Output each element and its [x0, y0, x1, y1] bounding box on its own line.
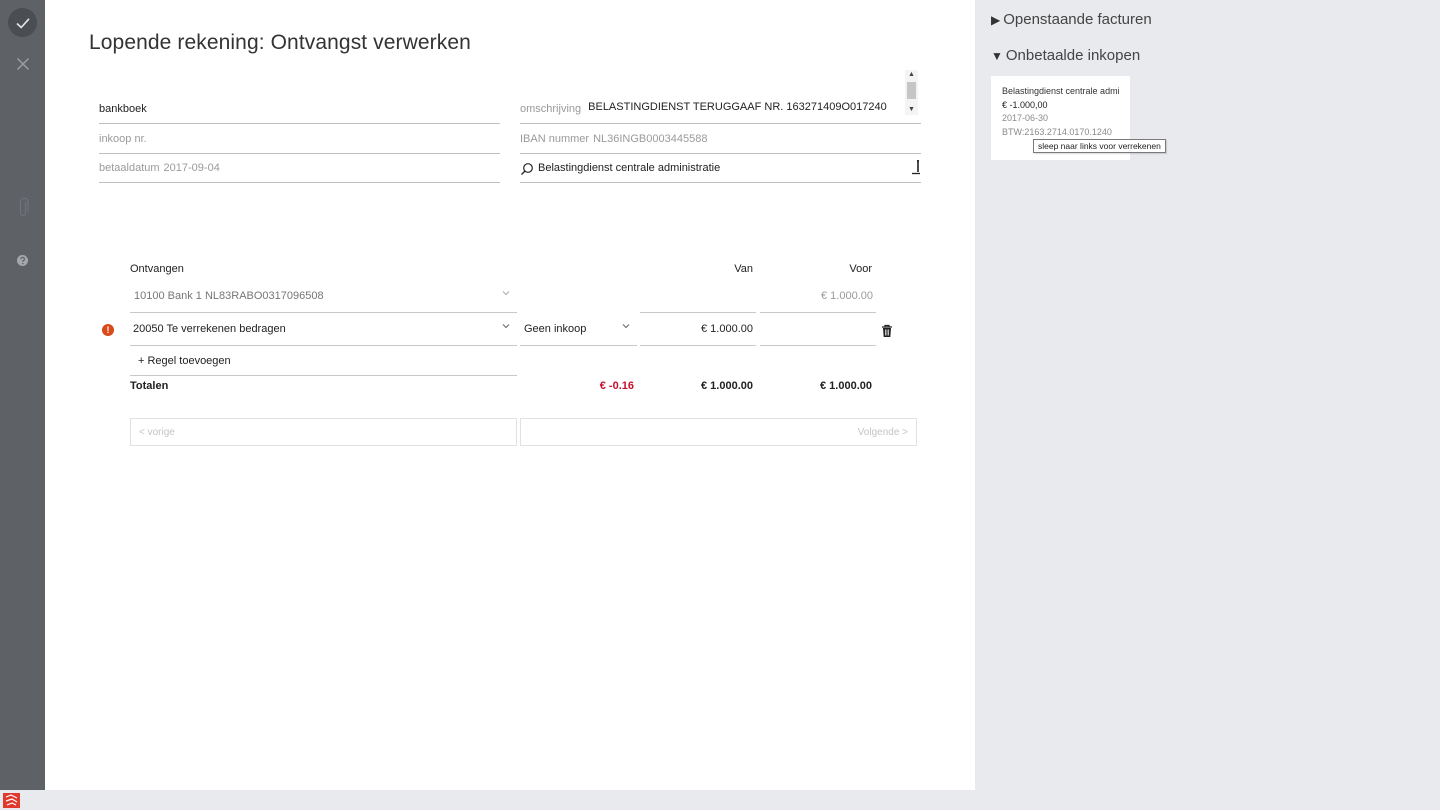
totals-from: € 1.000.00 — [701, 380, 753, 392]
payment-date-label: betaaldatum — [99, 161, 160, 174]
trash-icon[interactable] — [880, 324, 894, 338]
person-edit-icon[interactable] — [911, 159, 921, 175]
scroll-down-arrow[interactable]: ▼ — [905, 105, 918, 115]
relation-field[interactable]: Belastingdienst centrale administratie — [520, 153, 921, 183]
chevron-down-icon — [502, 324, 510, 329]
row1-from-input[interactable] — [640, 279, 756, 313]
left-rail — [0, 0, 45, 790]
scroll-thumb[interactable] — [907, 82, 916, 99]
card-date: 2017-06-30 — [1002, 113, 1049, 123]
next-button[interactable]: Volgende > — [520, 418, 917, 446]
description-label: omschrijving — [520, 102, 582, 115]
check-icon — [15, 17, 30, 29]
expand-arrow-icon: ▶ — [991, 12, 1001, 27]
logo-icon[interactable] — [3, 793, 20, 808]
main-panel: Lopende rekening: Ontvangst verwerken ba… — [45, 0, 975, 790]
unpaid-purchases-toggle[interactable]: ▼ Onbetaalde inkopen — [991, 47, 1140, 64]
add-line-label: + Regel toevoegen — [138, 354, 231, 367]
page-title: Lopende rekening: Ontvangst verwerken — [89, 31, 471, 54]
open-invoices-toggle[interactable]: ▶ Openstaande facturen — [991, 11, 1152, 28]
card-vat: BTW:2163.2714.0170.1240 — [1002, 126, 1112, 137]
journal-field[interactable]: bankboek — [99, 94, 500, 124]
iban-field[interactable]: IBAN nummer NL36INGB0003445588 — [520, 124, 921, 154]
totals-label: Totalen — [130, 380, 169, 392]
totals-difference: € -0.16 — [599, 380, 634, 392]
previous-label: < vorige — [139, 426, 175, 438]
help-button[interactable] — [8, 246, 37, 275]
row2-from-input[interactable]: € 1.000.00 — [640, 312, 756, 346]
row2-purchase-select[interactable]: Geen inkoop — [520, 312, 637, 346]
close-icon — [16, 57, 29, 70]
paperclip-icon — [19, 197, 29, 216]
card-name: Belastingdienst centrale administratie — [1002, 86, 1119, 96]
confirm-button[interactable] — [8, 8, 37, 37]
open-invoices-label: Openstaande facturen — [1003, 11, 1152, 28]
next-label: Volgende > — [857, 426, 908, 438]
description-field[interactable]: omschrijving BELASTINGDIENST TERUGGAAF N… — [520, 94, 921, 124]
add-line-button[interactable]: + Regel toevoegen — [130, 346, 517, 376]
payment-date-value: 2017-09-04 — [163, 161, 220, 174]
header-from: Van — [734, 263, 753, 275]
purchase-number-placeholder: inkoop nr. — [99, 132, 147, 145]
description-scrollbar[interactable]: ▲ ▼ — [905, 70, 918, 115]
row2-to-input[interactable] — [760, 312, 876, 346]
chevron-down-icon — [502, 291, 510, 296]
unpaid-purchases-label: Onbetaalde inkopen — [1005, 47, 1141, 64]
card-amount: € -1.000,00 — [1002, 99, 1048, 110]
header-account: Ontvangen — [130, 263, 184, 275]
row2-purchase-value: Geen inkoop — [524, 322, 587, 335]
cancel-button[interactable] — [8, 49, 37, 78]
scroll-up-arrow[interactable]: ▲ — [905, 70, 918, 80]
row2-account-value: 20050 Te verrekenen bedragen — [133, 322, 286, 335]
payment-date-field[interactable]: betaaldatum 2017-09-04 — [99, 153, 500, 183]
iban-value: NL36INGB0003445588 — [593, 132, 708, 145]
purchase-number-field[interactable]: inkoop nr. — [99, 124, 500, 154]
row1-to-value: € 1.000.00 — [821, 289, 873, 302]
iban-label: IBAN nummer — [520, 132, 590, 145]
row2-from-value: € 1.000.00 — [701, 322, 753, 335]
error-icon: ! — [102, 324, 114, 336]
previous-button[interactable]: < vorige — [130, 418, 517, 446]
row1-to-input[interactable]: € 1.000.00 — [760, 279, 876, 313]
chevron-down-icon — [622, 324, 630, 329]
row1-account-select[interactable]: 10100 Bank 1 NL83RABO0317096508 — [130, 279, 517, 313]
help-icon — [17, 255, 28, 266]
journal-value: bankboek — [99, 102, 147, 115]
collapse-arrow-icon: ▼ — [991, 48, 1003, 63]
row2-account-select[interactable]: 20050 Te verrekenen bedragen — [130, 312, 517, 346]
search-icon[interactable] — [520, 162, 534, 176]
description-value: BELASTINGDIENST TERUGGAAF NR. 163271409O… — [588, 100, 887, 113]
totals-to: € 1.000.00 — [820, 380, 872, 392]
drag-tooltip: sleep naar links voor verrekenen — [1033, 139, 1166, 153]
row1-account-value: 10100 Bank 1 NL83RABO0317096508 — [134, 289, 324, 302]
header-to: Voor — [849, 263, 872, 275]
relation-value: Belastingdienst centrale administratie — [538, 161, 721, 174]
attach-button[interactable] — [8, 193, 37, 222]
